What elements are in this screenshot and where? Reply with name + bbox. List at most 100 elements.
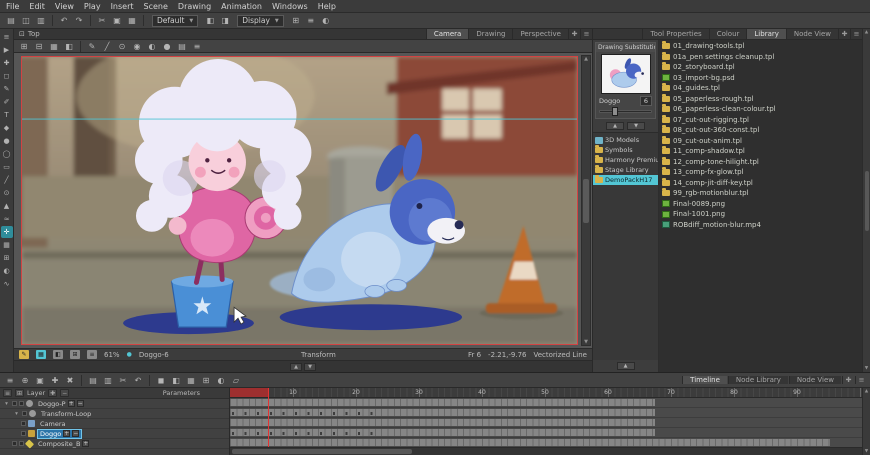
tree-scroll-up-button[interactable] <box>616 362 635 370</box>
menu-item-file[interactable]: File <box>6 2 19 11</box>
reset-view-icon[interactable] <box>115 40 129 53</box>
camera-horizontal-scrollbar[interactable] <box>14 360 592 372</box>
zoom-timeline-button[interactable] <box>199 374 213 387</box>
ease-in-button[interactable] <box>131 374 145 387</box>
timeline-layer-row[interactable]: Composite_B <box>0 438 229 449</box>
camera-stage-area[interactable] <box>14 53 592 348</box>
add-view-button[interactable] <box>838 29 850 39</box>
scroll-down-icon[interactable] <box>865 449 868 454</box>
scrollbar-thumb[interactable] <box>232 449 412 454</box>
onion-skin-tool[interactable] <box>1 265 13 277</box>
add-keyframe-button[interactable] <box>86 374 100 387</box>
ellipse-tool[interactable] <box>1 148 13 160</box>
current-colour-icon[interactable] <box>19 350 29 359</box>
add-parameter-icon[interactable] <box>67 400 75 407</box>
tools-menu-icon[interactable] <box>1 31 13 43</box>
cutter-tool[interactable] <box>1 70 13 82</box>
delete-layer-button[interactable] <box>63 374 77 387</box>
library-file-row[interactable]: 08_cut-out-360-const.tpl <box>659 125 862 136</box>
animate-transform-tool[interactable] <box>0 226 13 238</box>
zoom-in-button[interactable] <box>203 14 217 27</box>
timeline-menu-icon[interactable] <box>3 374 17 387</box>
substitution-value[interactable]: 6 <box>639 96 652 106</box>
layer-enable-checkbox[interactable] <box>22 411 27 416</box>
library-file-row[interactable]: 09_cut-out-anim.tpl <box>659 135 862 147</box>
add-drawing-layer-button[interactable] <box>18 374 32 387</box>
copy-button[interactable] <box>110 14 124 27</box>
dropper-tool[interactable] <box>1 135 13 147</box>
drawing-substitution-preview[interactable] <box>600 54 651 94</box>
library-file-row[interactable]: 01a_pen settings cleanup.tpl <box>659 51 862 63</box>
add-view-button[interactable] <box>568 29 580 39</box>
pencil-tool[interactable] <box>1 83 13 95</box>
library-file-row[interactable]: 01_drawing-tools.tpl <box>659 41 862 52</box>
scroll-up-icon[interactable] <box>584 56 588 62</box>
onion-skin-range-button[interactable] <box>169 374 183 387</box>
new-scene-button[interactable] <box>4 14 18 27</box>
remove-keyframe-button[interactable] <box>101 374 115 387</box>
menu-item-edit[interactable]: Edit <box>29 2 45 11</box>
library-file-row[interactable]: 13_comp-fx-glow.tpl <box>659 167 862 178</box>
layer-lock-checkbox[interactable] <box>19 441 24 446</box>
exposure-block[interactable] <box>230 399 655 406</box>
library-file-row[interactable]: Final-0089.png <box>659 199 862 210</box>
exposure-block[interactable] <box>230 439 830 446</box>
timeline-ruler[interactable]: 10 20 30 40 50 60 70 80 90 <box>230 388 862 398</box>
mask-status-icon[interactable] <box>53 350 63 359</box>
grid-tool[interactable] <box>1 239 13 251</box>
layer-enable-checkbox[interactable] <box>21 431 26 436</box>
timeline-frame-area[interactable]: 10 20 30 40 50 60 70 80 90 <box>230 388 870 455</box>
exposure-block[interactable] <box>230 419 655 426</box>
deform-tool[interactable] <box>1 278 13 290</box>
transform-tool[interactable] <box>1 57 13 69</box>
tab-node-view[interactable]: Node View <box>785 29 838 39</box>
stage-scene[interactable] <box>22 57 577 344</box>
menu-item-animation[interactable]: Animation <box>221 2 262 11</box>
tab-tool-properties[interactable]: Tool Properties <box>642 29 709 39</box>
zoom-out-button[interactable] <box>218 14 232 27</box>
exposure-row[interactable] <box>230 408 862 418</box>
paste-mode-button[interactable] <box>229 374 243 387</box>
sound-toggle-button[interactable] <box>214 374 228 387</box>
tab-colour[interactable]: Colour <box>708 29 747 39</box>
collapse-icon[interactable] <box>13 411 20 417</box>
menu-item-insert[interactable]: Insert <box>111 2 134 11</box>
select-tool[interactable] <box>1 44 13 56</box>
stop-button[interactable] <box>154 374 168 387</box>
tree-item-symbols[interactable]: Symbols <box>593 145 658 155</box>
light-table-status-icon[interactable] <box>36 350 46 359</box>
menu-item-drawing[interactable]: Drawing <box>178 2 211 11</box>
panel-menu-button[interactable] <box>855 376 867 384</box>
camera-mask-icon[interactable] <box>62 40 76 53</box>
contour-editor-tool[interactable] <box>1 200 13 212</box>
substitution-slider[interactable] <box>599 107 652 116</box>
exposure-block[interactable] <box>230 429 655 436</box>
layer-enable-checkbox[interactable] <box>12 441 17 446</box>
add-peg-button[interactable] <box>33 374 47 387</box>
menu-item-view[interactable]: View <box>55 2 74 11</box>
scroll-up-icon[interactable] <box>865 30 868 35</box>
status-menu-icon[interactable] <box>87 350 97 359</box>
line-tool[interactable] <box>1 174 13 186</box>
layer-enable-checkbox[interactable] <box>12 401 17 406</box>
layer-enable-checkbox[interactable] <box>21 421 26 426</box>
scrollbar-thumb[interactable] <box>583 178 589 223</box>
grid-toggle-icon[interactable] <box>17 40 31 53</box>
exposure-row[interactable] <box>230 398 862 408</box>
menu-item-windows[interactable]: Windows <box>272 2 308 11</box>
zoom-tool[interactable] <box>1 187 13 199</box>
shift-trace-tool[interactable] <box>1 252 13 264</box>
render-mode-icon[interactable] <box>130 40 144 53</box>
menu-item-play[interactable]: Play <box>84 2 101 11</box>
text-tool[interactable] <box>1 109 13 121</box>
library-file-row[interactable]: 05_paperless-rough.tpl <box>659 93 862 105</box>
rectangle-tool[interactable] <box>1 161 13 173</box>
add-parameter-icon[interactable] <box>82 440 90 447</box>
add-layer-button[interactable] <box>289 14 303 27</box>
tab-drawing[interactable]: Drawing <box>468 29 513 39</box>
toolbar-menu-button[interactable] <box>304 14 318 27</box>
timeline-layer-row[interactable]: Doggo <box>0 428 229 439</box>
tool-preset-dropdown[interactable]: Default <box>152 14 199 27</box>
field-grid-icon[interactable] <box>32 40 46 53</box>
splitter-down-icon[interactable] <box>304 362 316 371</box>
